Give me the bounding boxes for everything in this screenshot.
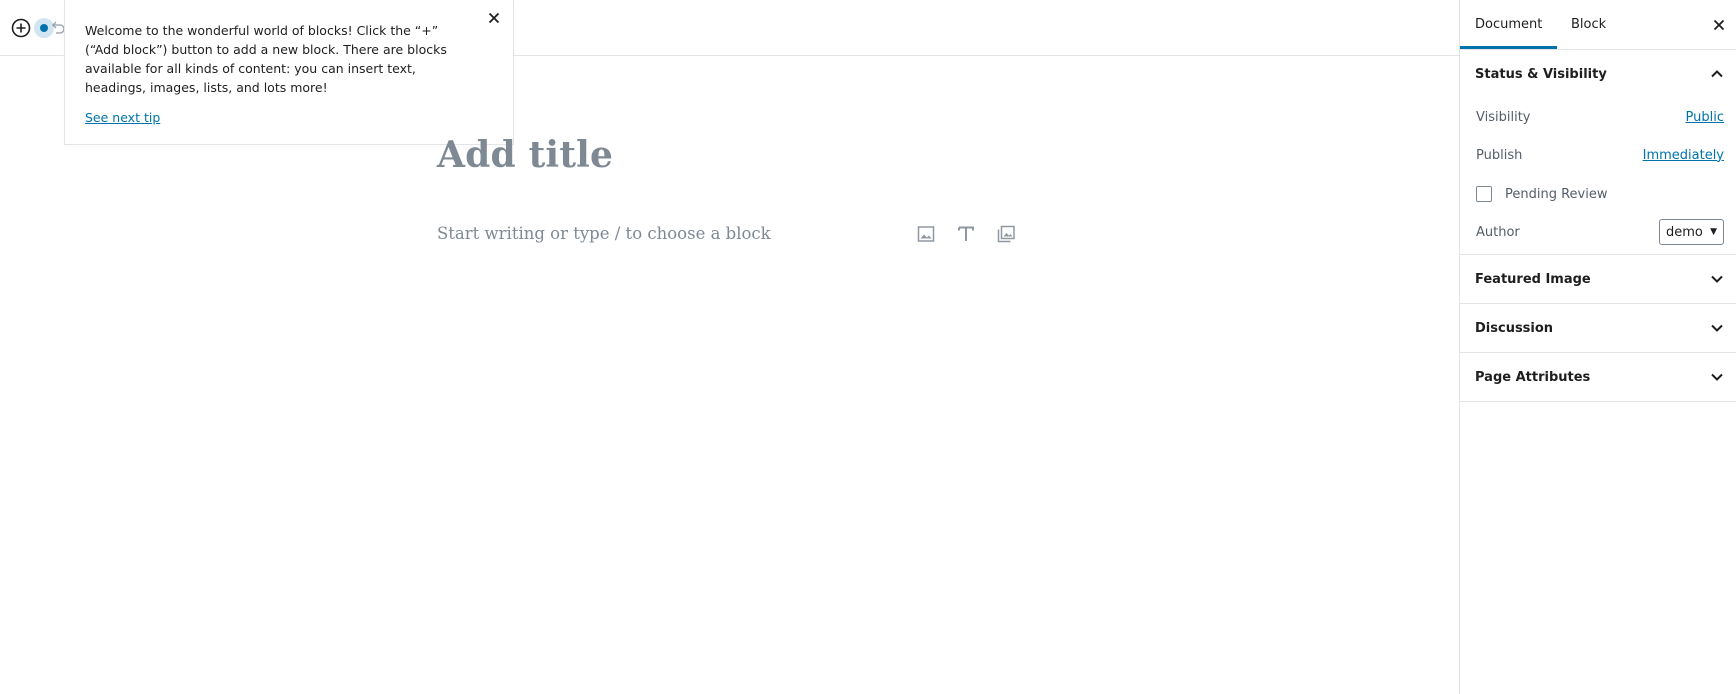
chevron-down-icon — [1708, 270, 1726, 288]
see-next-tip-link[interactable]: See next tip — [85, 110, 160, 125]
quick-inserter — [913, 221, 1019, 247]
heading-icon — [958, 226, 974, 241]
visibility-row: Visibility Public — [1460, 98, 1736, 136]
insert-gallery-button[interactable] — [993, 221, 1019, 247]
tip-indicator — [34, 18, 54, 38]
panel-page-attributes: Page Attributes — [1460, 353, 1736, 402]
pending-review-checkbox[interactable] — [1476, 186, 1492, 202]
tip-text: Welcome to the wonderful world of blocks… — [85, 23, 447, 95]
panel-toggle-discussion[interactable]: Discussion — [1460, 304, 1736, 352]
sidebar-tabs: Document Block — [1460, 0, 1736, 50]
settings-sidebar: Document Block Status & Visibility Visib… — [1459, 0, 1736, 694]
panel-status-visibility: Status & Visibility Visibility Public Pu… — [1460, 50, 1736, 255]
chevron-down-icon — [1708, 368, 1726, 386]
add-block-button[interactable] — [10, 17, 32, 39]
close-sidebar-button[interactable] — [1708, 14, 1730, 36]
author-row: Author demo ▼ — [1460, 214, 1736, 254]
panel-toggle-status-visibility[interactable]: Status & Visibility — [1460, 50, 1736, 98]
chevron-down-icon — [1708, 319, 1726, 337]
panel-toggle-page-attributes[interactable]: Page Attributes — [1460, 353, 1736, 401]
visibility-toggle-link[interactable]: Public — [1686, 110, 1724, 125]
visibility-label: Visibility — [1476, 109, 1531, 125]
post-title-input[interactable]: Add title — [437, 134, 613, 176]
plus-circle-icon — [11, 18, 31, 38]
insert-image-button[interactable] — [913, 221, 939, 247]
chevron-up-icon — [1708, 65, 1726, 83]
pending-review-row: Pending Review — [1460, 174, 1736, 214]
panel-title: Status & Visibility — [1475, 66, 1607, 82]
tip-popover: Welcome to the wonderful world of blocks… — [64, 0, 514, 145]
tab-document[interactable]: Document — [1460, 0, 1558, 49]
publish-date-link[interactable]: Immediately — [1643, 148, 1724, 163]
panel-title: Featured Image — [1475, 271, 1591, 287]
pending-review-label[interactable]: Pending Review — [1505, 187, 1607, 202]
panel-title: Page Attributes — [1475, 369, 1591, 385]
tab-block[interactable]: Block — [1556, 0, 1621, 49]
close-icon — [488, 12, 500, 24]
panel-toggle-featured-image[interactable]: Featured Image — [1460, 255, 1736, 303]
insert-heading-button[interactable] — [953, 221, 979, 247]
panel-discussion: Discussion — [1460, 304, 1736, 353]
publish-row: Publish Immediately — [1460, 136, 1736, 174]
close-icon — [1713, 19, 1725, 31]
author-label: Author — [1476, 224, 1520, 240]
panel-title: Discussion — [1475, 320, 1554, 336]
default-block-appender[interactable]: Start writing or type / to choose a bloc… — [437, 224, 771, 243]
image-icon — [917, 226, 935, 242]
tip-close-button[interactable] — [485, 9, 503, 27]
publish-label: Publish — [1476, 147, 1523, 163]
gallery-icon — [997, 225, 1015, 243]
panel-featured-image: Featured Image — [1460, 255, 1736, 304]
author-select-value: demo — [1666, 224, 1703, 240]
dropdown-arrow-icon: ▼ — [1710, 227, 1717, 237]
author-select[interactable]: demo ▼ — [1659, 219, 1724, 245]
